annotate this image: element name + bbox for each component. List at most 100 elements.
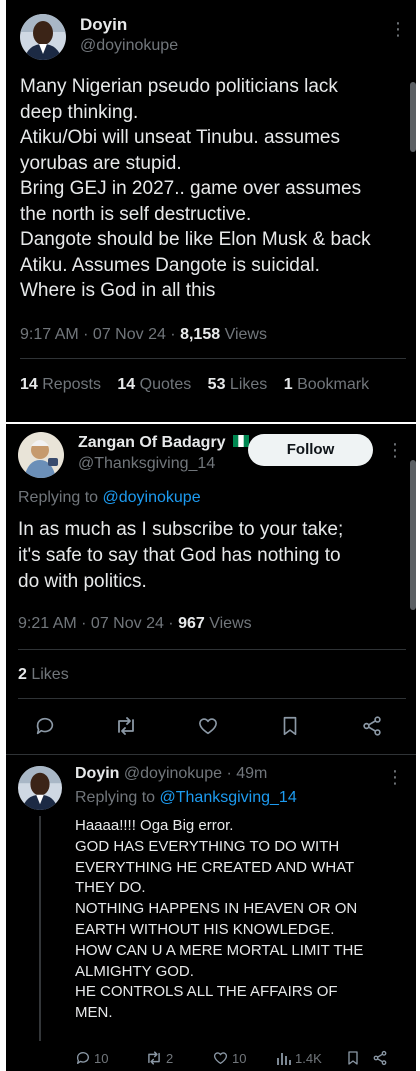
- bookmarks-stat[interactable]: 1 Bookmark: [284, 376, 369, 393]
- replying-to: Replying to @doyinokupe: [18, 489, 201, 507]
- replying-handle-link[interactable]: @Thanksgiving_14: [160, 789, 297, 806]
- more-options-icon[interactable]: ⋮: [389, 20, 407, 38]
- more-options-icon[interactable]: ⋮: [386, 441, 404, 459]
- tweet-line: Where is God in all this: [20, 280, 216, 301]
- reply-line: HOW CAN U A MERE MORTAL LIMIT THE: [75, 941, 364, 959]
- like-icon: [213, 1052, 228, 1064]
- likes-count: 53: [207, 376, 226, 393]
- tweet-line: Atiku/Obi will unseat Tinubu. assumes: [20, 127, 340, 148]
- reply-line: GOD HAS EVERYTHING TO DO WITH: [75, 837, 340, 855]
- replying-prefix: Replying to: [18, 489, 103, 506]
- likes-count: 2: [18, 666, 27, 683]
- avatar[interactable]: [18, 766, 62, 810]
- avatar-image: [18, 766, 62, 810]
- reply-line: Haaaa!!!! Oga Big error.: [75, 817, 234, 834]
- divider: [20, 358, 406, 359]
- follow-button[interactable]: Follow: [248, 434, 373, 466]
- views-button[interactable]: 1.4K: [276, 1050, 322, 1066]
- reply-line: MEN.: [75, 1004, 113, 1022]
- retweet-button[interactable]: 2: [145, 1050, 173, 1066]
- reply-line: ALMIGHTY GOD.: [75, 962, 194, 980]
- reply-count: 10: [94, 1050, 109, 1066]
- share-icon: [363, 716, 381, 736]
- reply-button[interactable]: 10: [75, 1050, 108, 1066]
- more-options-icon[interactable]: ⋮: [386, 768, 404, 786]
- timestamp-text: 9:17 AM · 07 Nov 24 ·: [20, 326, 181, 343]
- divider: [18, 698, 406, 699]
- share-button[interactable]: [361, 715, 383, 737]
- nested-reply-header: Doyin @doyinokupe · 49m: [75, 765, 267, 783]
- author-name-text: Zangan Of Badagry: [78, 434, 226, 452]
- reposts-stat[interactable]: 14 Reposts: [20, 376, 101, 393]
- likes-stat[interactable]: 53 Likes: [208, 376, 268, 393]
- like-icon: [199, 718, 217, 735]
- avatar[interactable]: [18, 432, 64, 478]
- bookmarks-count: 1: [283, 376, 293, 393]
- like-button[interactable]: [197, 715, 219, 737]
- views-label: Views: [204, 615, 252, 632]
- author-handle-time[interactable]: @doyinokupe · 49m: [124, 765, 267, 782]
- tweet-line: Many Nigerian pseudo politicians lack: [20, 76, 338, 97]
- likes-label: Likes: [26, 666, 69, 683]
- retweet-icon: [118, 717, 134, 735]
- reply-line: HE CONTROLS ALL THE AFFAIRS OF: [75, 983, 338, 1001]
- tweet-timestamp[interactable]: 9:17 AM · 07 Nov 24 · 8,158 Views: [20, 326, 267, 344]
- reply-button[interactable]: [34, 715, 56, 737]
- bookmark-button[interactable]: [280, 715, 300, 737]
- reply-line: In as much as I subscribe to your take;: [18, 519, 344, 540]
- tweet-line: Bring GEJ in 2027.. game over assumes: [20, 178, 362, 199]
- author-name[interactable]: Doyin: [80, 15, 127, 35]
- quotes-label: Quotes: [135, 376, 192, 393]
- thread-line: [39, 816, 41, 1041]
- views-label: Views: [220, 326, 267, 343]
- likes-label: Likes: [225, 376, 268, 393]
- reply-line: it's safe to say that God has nothing to: [18, 545, 341, 566]
- tweet-text: Many Nigerian pseudo politicians lack de…: [20, 74, 371, 304]
- main-tweet-panel: Doyin @doyinokupe ⋮ Many Nigerian pseudo…: [6, 0, 416, 422]
- reply-line: do with politics.: [18, 571, 147, 592]
- tweet-line: Dangote should be like Elon Musk & back: [20, 229, 371, 250]
- views-chart-icon: [277, 1053, 291, 1065]
- views-count: 8,158: [180, 326, 221, 343]
- author-handle[interactable]: @Thanksgiving_14: [78, 455, 215, 473]
- nested-reply-text: Haaaa!!!! Oga Big error. GOD HAS EVERYTH…: [75, 816, 363, 1024]
- replying-to: Replying to @Thanksgiving_14: [75, 789, 297, 807]
- views-count: 967: [178, 615, 205, 632]
- views-count: 1.4K: [295, 1050, 322, 1066]
- like-button[interactable]: 10: [212, 1050, 246, 1066]
- engagement-stats: 14 Reposts 14 Quotes 53 Likes 1 Bookmark: [20, 376, 369, 394]
- reply-line: THEY DO.: [75, 879, 146, 897]
- scrollbar[interactable]: [410, 460, 416, 610]
- author-handle[interactable]: @doyinokupe: [80, 37, 178, 55]
- author-name[interactable]: Doyin: [75, 765, 119, 782]
- nigeria-flag-icon: [233, 434, 250, 452]
- avatar[interactable]: [20, 14, 66, 60]
- reply-line: NOTHING HAPPENS IN HEAVEN OR ON: [75, 900, 358, 918]
- share-button[interactable]: [372, 1050, 388, 1066]
- replying-handle-link[interactable]: @doyinokupe: [103, 489, 201, 506]
- tweet-line: yorubas are stupid.: [20, 152, 182, 174]
- scrollbar[interactable]: [410, 82, 416, 152]
- reply-timestamp[interactable]: 9:21 AM · 07 Nov 24 · 967 Views: [18, 615, 252, 633]
- tweet-line: the north is self destructive.: [20, 203, 252, 225]
- reply-icon: [36, 717, 54, 735]
- share-icon: [373, 1050, 387, 1066]
- author-name[interactable]: Zangan Of Badagry: [78, 434, 250, 452]
- avatar-image: [20, 14, 66, 60]
- reply-text: In as much as I subscribe to your take; …: [18, 517, 343, 595]
- quotes-count: 14: [117, 376, 136, 393]
- retweet-count: 2: [166, 1050, 174, 1066]
- reposts-label: Reposts: [37, 376, 101, 393]
- reply-line: EARTH WITHOUT HIS KNOWLEDGE.: [75, 920, 335, 938]
- bookmark-button[interactable]: [346, 1050, 360, 1066]
- tweet-line: deep thinking.: [20, 101, 139, 123]
- bookmark-icon: [348, 1051, 358, 1065]
- bookmark-icon: [283, 716, 297, 736]
- retweet-icon: [148, 1051, 160, 1065]
- reply-likes-stat[interactable]: 2 Likes: [18, 666, 69, 684]
- divider: [6, 754, 416, 755]
- reply-icon: [76, 1052, 89, 1064]
- retweet-button[interactable]: [114, 715, 138, 737]
- quotes-stat[interactable]: 14 Quotes: [117, 376, 191, 393]
- avatar-image: [18, 432, 64, 478]
